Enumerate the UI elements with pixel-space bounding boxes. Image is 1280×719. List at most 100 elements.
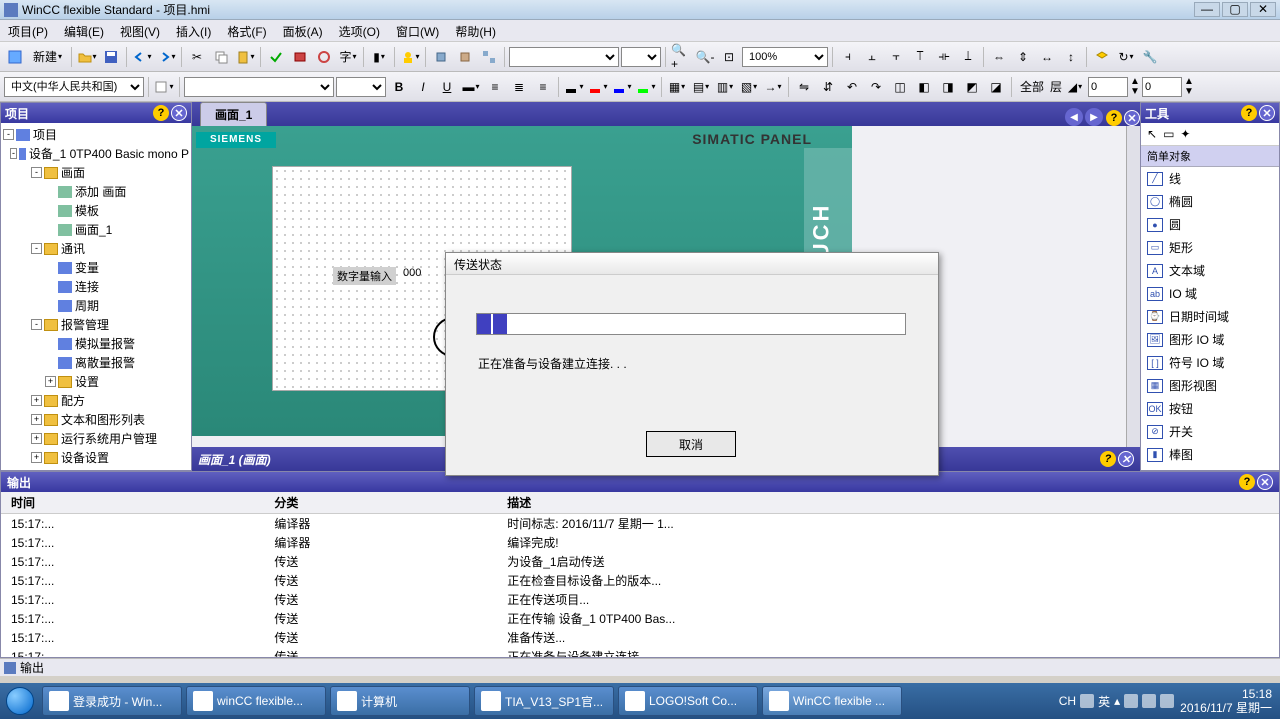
tree-node[interactable]: 连接: [3, 277, 189, 296]
redo-button[interactable]: [155, 46, 177, 68]
tool-item[interactable]: ◯椭圆: [1141, 190, 1279, 213]
group-button[interactable]: [478, 46, 500, 68]
output-table[interactable]: 时间分类描述15:17:...编译器时间标志: 2016/11/7 星期一 1.…: [1, 492, 1279, 657]
misc3-button[interactable]: ◨: [937, 76, 959, 98]
digital-input-value[interactable]: 000: [403, 267, 421, 279]
menu-item[interactable]: 项目(P): [0, 20, 56, 41]
tree-node[interactable]: -通讯: [3, 239, 189, 258]
tree-expander[interactable]: +: [31, 395, 42, 406]
pattern3-button[interactable]: ▥: [714, 76, 736, 98]
output-row[interactable]: 15:17:...编译器编译完成!: [1, 533, 1279, 552]
cut-button[interactable]: ✂: [186, 46, 208, 68]
layer-spin-b[interactable]: [1142, 77, 1182, 97]
output-row[interactable]: 15:17:...传送正在传送项目...: [1, 590, 1279, 609]
pattern2-button[interactable]: ▤: [690, 76, 712, 98]
align-v-button[interactable]: ▮: [368, 46, 390, 68]
permissions-button[interactable]: [399, 46, 421, 68]
flip-h-button[interactable]: ⇋: [793, 76, 815, 98]
dist-h-button[interactable]: ⇔: [988, 46, 1010, 68]
output-row[interactable]: 15:17:...传送正在传输 设备_1 0TP400 Bas...: [1, 609, 1279, 628]
dist-v-button[interactable]: ⇕: [1012, 46, 1034, 68]
menu-item[interactable]: 选项(O): [331, 20, 388, 41]
tool-item[interactable]: ▦图形视图: [1141, 374, 1279, 397]
language-combo[interactable]: 中文(中华人民共和国): [4, 77, 144, 97]
underline-button[interactable]: U: [436, 76, 458, 98]
output-help-button[interactable]: ?: [1239, 474, 1255, 490]
flag-icon[interactable]: [1124, 694, 1138, 708]
download-button[interactable]: [289, 46, 311, 68]
paste-button[interactable]: [234, 46, 256, 68]
equal-width-button[interactable]: ↔: [1036, 46, 1058, 68]
tree-node[interactable]: 周期: [3, 296, 189, 315]
text-right-button[interactable]: ≡: [532, 76, 554, 98]
pointer-tool-icon[interactable]: ↖: [1147, 127, 1157, 141]
undo-button[interactable]: [131, 46, 153, 68]
tree-node[interactable]: -画面: [3, 163, 189, 182]
fill-color-button[interactable]: [635, 76, 657, 98]
save-button[interactable]: [100, 46, 122, 68]
misc4-button[interactable]: ◩: [961, 76, 983, 98]
rotate-left-button[interactable]: ↶: [841, 76, 863, 98]
align-top-button[interactable]: ⟙: [909, 46, 931, 68]
tree-node[interactable]: +设备设置: [3, 448, 189, 467]
cancel-button[interactable]: 取消: [646, 431, 736, 457]
object-combo[interactable]: [509, 47, 619, 67]
misc1-button[interactable]: ◫: [889, 76, 911, 98]
volume-icon[interactable]: [1160, 694, 1174, 708]
wand-tool-icon[interactable]: ✦: [1180, 127, 1190, 141]
zoom-combo[interactable]: 100%: [742, 47, 828, 67]
system-tray[interactable]: CH 英 ▴ 15:18 2016/11/7 星期一: [1053, 687, 1280, 716]
menu-item[interactable]: 编辑(E): [56, 20, 112, 41]
tools-close-button[interactable]: ✕: [1259, 105, 1275, 121]
tools-help-button[interactable]: ?: [1241, 105, 1257, 121]
align-center-button[interactable]: ⫠: [861, 46, 883, 68]
font-ref-button[interactable]: 字: [337, 46, 359, 68]
tab-next-button[interactable]: ▶: [1085, 108, 1103, 126]
minimize-button[interactable]: —: [1194, 2, 1220, 17]
close-button[interactable]: ✕: [1250, 2, 1276, 17]
tree-expander[interactable]: +: [31, 433, 42, 444]
tool-item[interactable]: [ ]符号 IO 域: [1141, 351, 1279, 374]
tool-item[interactable]: abIO 域: [1141, 282, 1279, 305]
tree-expander[interactable]: -: [31, 319, 42, 330]
project-tree[interactable]: -项目-设备_1 0TP400 Basic mono P-画面添加 画面模板画面…: [1, 123, 191, 470]
text-left-button[interactable]: ≡: [484, 76, 506, 98]
tool-item[interactable]: ▮棒图: [1141, 443, 1279, 466]
font-family-combo[interactable]: [184, 77, 334, 97]
tools-category[interactable]: 简单对象: [1141, 146, 1279, 167]
menu-item[interactable]: 帮助(H): [447, 20, 504, 41]
bold-button[interactable]: B: [388, 76, 410, 98]
tree-expander[interactable]: +: [45, 376, 56, 387]
bg-color-button[interactable]: [587, 76, 609, 98]
line-style-button[interactable]: ▬: [460, 76, 482, 98]
pattern4-button[interactable]: ▧: [738, 76, 760, 98]
tree-node[interactable]: +文本和图形列表: [3, 410, 189, 429]
align-middle-button[interactable]: ⟛: [933, 46, 955, 68]
tree-expander[interactable]: -: [10, 148, 17, 159]
fg-color-button[interactable]: [563, 76, 585, 98]
menu-item[interactable]: 视图(V): [112, 20, 168, 41]
tree-expander[interactable]: -: [31, 243, 42, 254]
zoom-in-button[interactable]: 🔍+: [670, 46, 692, 68]
tree-node[interactable]: -语言设置: [3, 467, 189, 470]
tab-screen-1[interactable]: 画面_1: [200, 102, 267, 126]
taskbar-item[interactable]: TIA_V13_SP1官...: [474, 686, 614, 716]
equal-height-button[interactable]: ↕: [1060, 46, 1082, 68]
digital-input-label[interactable]: 数字量输入: [333, 267, 396, 285]
arrow-style-button[interactable]: →: [762, 76, 784, 98]
layer-icon[interactable]: [1091, 46, 1113, 68]
taskbar-item[interactable]: 登录成功 - Win...: [42, 686, 182, 716]
new-button[interactable]: 新建: [28, 46, 67, 68]
font-size-combo[interactable]: [336, 77, 386, 97]
ime-indicator[interactable]: CH: [1059, 694, 1076, 708]
tool-item[interactable]: 🖼图形 IO 域: [1141, 328, 1279, 351]
tree-expander[interactable]: +: [31, 414, 42, 425]
compile-button[interactable]: [265, 46, 287, 68]
ime-lang[interactable]: 英: [1098, 693, 1110, 710]
tree-node[interactable]: +配方: [3, 391, 189, 410]
tool-item[interactable]: OK按钮: [1141, 397, 1279, 420]
menu-item[interactable]: 插入(I): [168, 20, 219, 41]
editor-close-button[interactable]: ✕: [1124, 110, 1140, 126]
maximize-button[interactable]: ▢: [1222, 2, 1248, 17]
menu-item[interactable]: 格式(F): [219, 20, 274, 41]
